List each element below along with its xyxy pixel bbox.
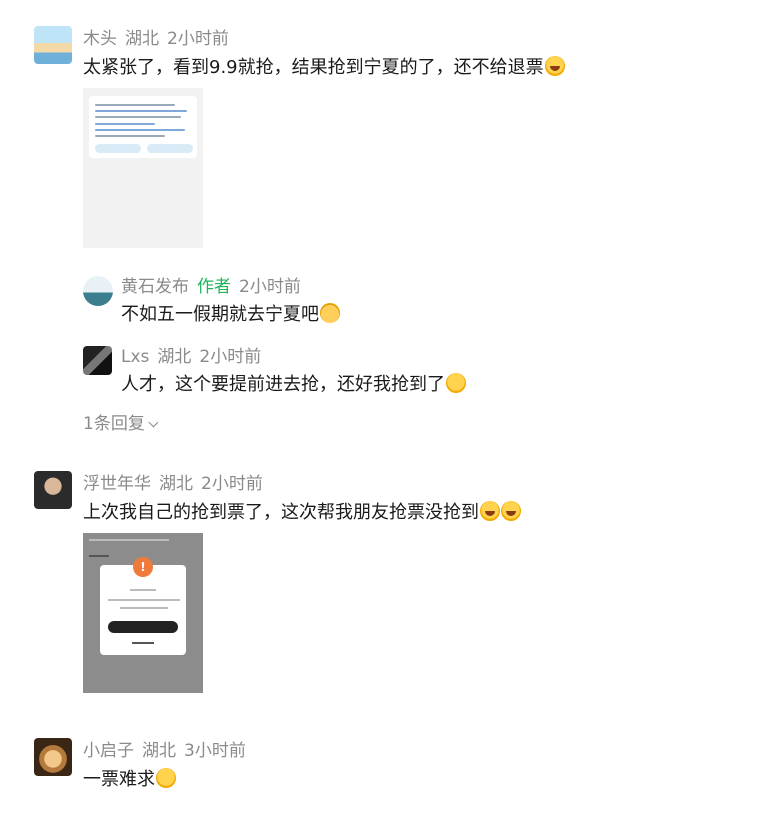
- location: 湖北: [159, 474, 193, 494]
- flushed-emoji: [156, 768, 176, 788]
- timestamp: 2小时前: [201, 474, 263, 494]
- location: 湖北: [125, 29, 159, 49]
- reply-meta: Lxs 湖北 2小时前: [121, 346, 269, 368]
- comment-meta: 小启子 湖北 3小时前: [83, 740, 254, 762]
- user-name[interactable]: Lxs: [121, 347, 149, 367]
- comment-image[interactable]: [83, 88, 203, 248]
- cat-emoji: [320, 303, 340, 323]
- comment-text: 一票难求: [83, 767, 176, 793]
- laugh-cry-emoji: [544, 56, 565, 76]
- comment-text: 太紧张了，看到9.9就抢，结果抢到宁夏的了，还不给退票: [83, 55, 565, 81]
- timestamp: 2小时前: [167, 29, 229, 49]
- laugh-cry-emoji: [501, 501, 521, 521]
- user-name[interactable]: 木头: [83, 29, 117, 49]
- timestamp: 2小时前: [239, 277, 301, 297]
- image-dialog: [100, 565, 186, 655]
- more-replies-button[interactable]: 1条回复: [83, 413, 159, 435]
- user-name[interactable]: 小启子: [83, 741, 134, 761]
- reply-text: 人才，这个要提前进去抢，还好我抢到了: [121, 372, 466, 398]
- comment-meta: 木头 湖北 2小时前: [83, 28, 237, 50]
- location: 湖北: [157, 347, 192, 367]
- user-name[interactable]: 黄石发布: [121, 277, 189, 297]
- comment-meta: 浮世年华 湖北 2小时前: [83, 473, 271, 495]
- user-name[interactable]: 浮世年华: [83, 474, 151, 494]
- reply-text: 不如五一假期就去宁夏吧: [121, 302, 340, 328]
- author-badge: 作者: [197, 277, 231, 297]
- chevron-down-icon: [148, 417, 159, 428]
- avatar[interactable]: [83, 346, 112, 375]
- avatar[interactable]: [34, 738, 72, 776]
- comment-image[interactable]: !: [83, 533, 203, 693]
- timestamp: 3小时前: [184, 741, 246, 761]
- image-card: [89, 96, 197, 158]
- timestamp: 2小时前: [199, 347, 262, 367]
- reply-meta: 黄石发布 作者 2小时前: [121, 276, 309, 298]
- comment-text: 上次我自己的抢到票了，这次帮我朋友抢票没抢到: [83, 500, 521, 526]
- thinking-emoji: [446, 373, 466, 393]
- warning-icon: !: [133, 557, 153, 577]
- laugh-cry-emoji: [480, 501, 500, 521]
- avatar[interactable]: [83, 276, 113, 306]
- avatar[interactable]: [34, 471, 72, 509]
- avatar[interactable]: [34, 26, 72, 64]
- location: 湖北: [142, 741, 176, 761]
